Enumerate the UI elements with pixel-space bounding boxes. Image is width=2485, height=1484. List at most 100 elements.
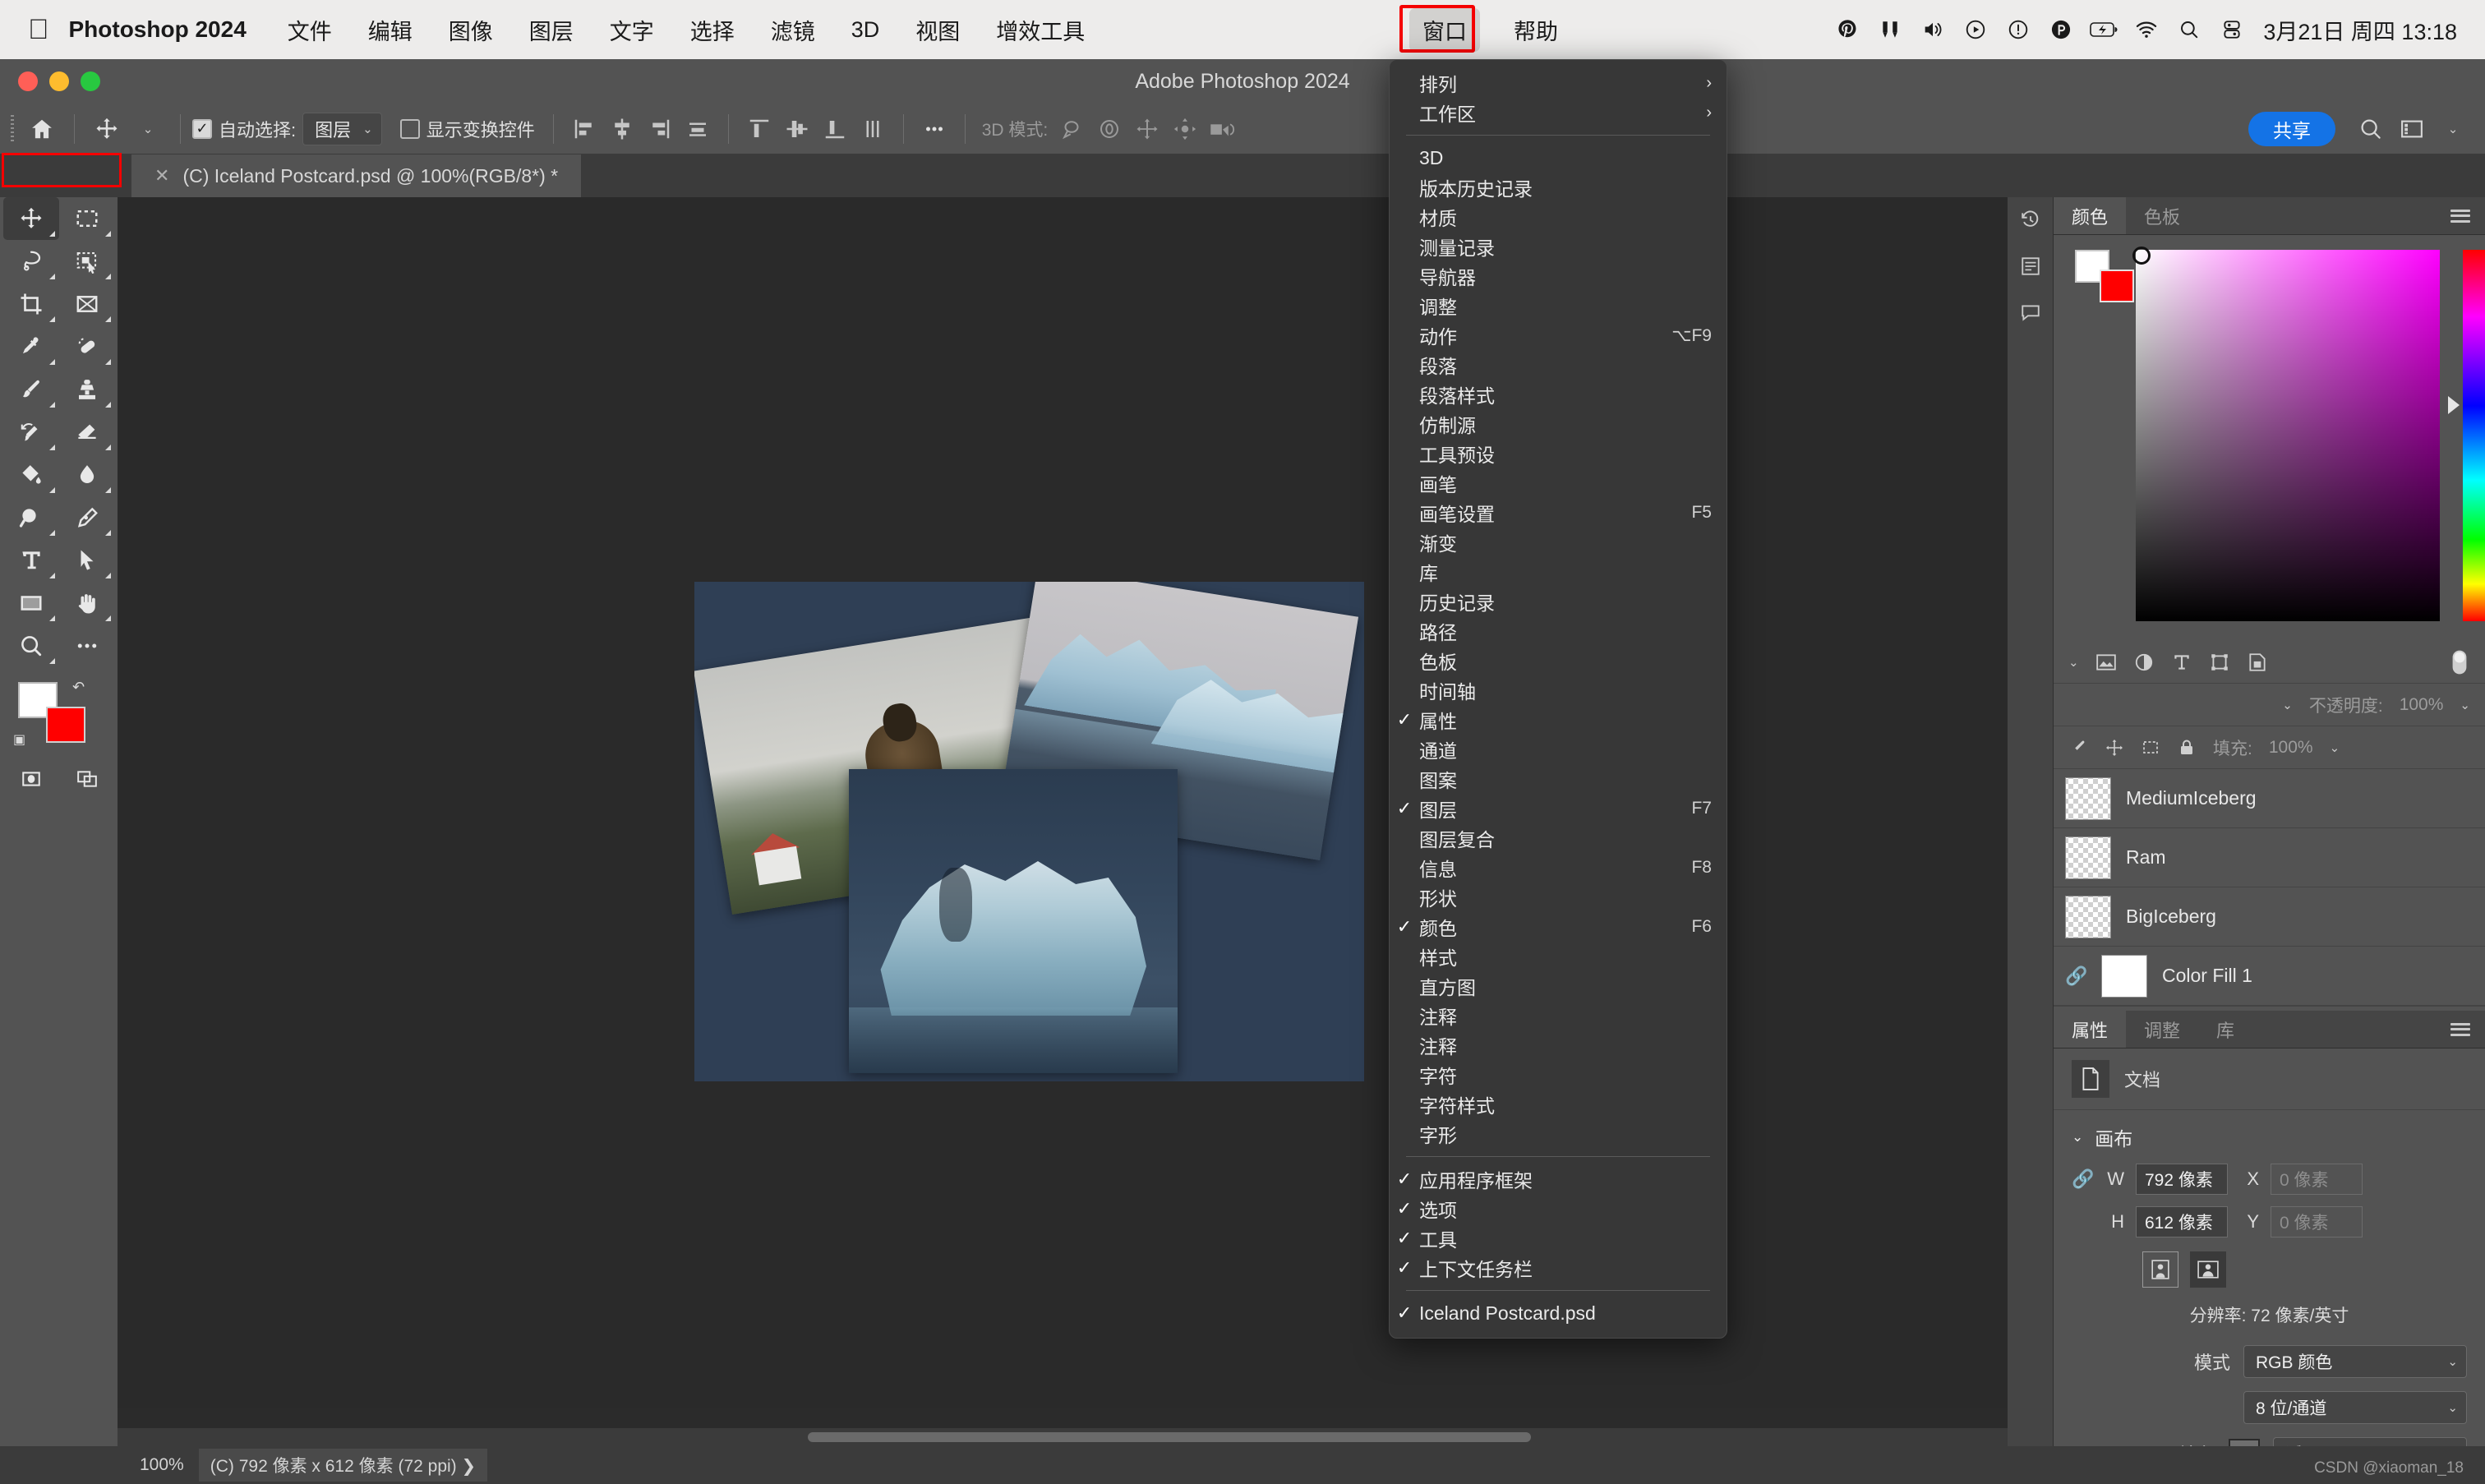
align-center-h-icon[interactable] [603,110,641,148]
swap-colors-icon[interactable]: ↶ [72,679,85,696]
chevron-down-icon[interactable]: ⌄ [2460,698,2470,712]
menu-item[interactable]: 色板 [1390,646,1727,675]
menu-view[interactable]: 视图 [897,14,978,46]
layer-thumbnail[interactable] [2065,777,2111,820]
color-picker-marker[interactable] [2132,247,2151,265]
chevron-down-icon[interactable]: ⌄ [2330,740,2340,755]
menu-item[interactable]: 形状 [1390,883,1727,912]
hue-slider-handle[interactable] [2448,396,2460,414]
bit-depth-select[interactable]: 8 位/通道 ⌄ [2243,1391,2467,1424]
battery-charging-icon[interactable] [2082,0,2125,59]
comments-panel-icon[interactable] [2008,289,2054,335]
menu-item[interactable]: 信息 F8 [1390,853,1727,883]
menu-edit[interactable]: 编辑 [350,14,431,46]
menu-item[interactable]: 动作 ⌥F9 [1390,320,1727,350]
document-info-arrow-icon[interactable]: ❯ [462,1457,477,1476]
orbit-icon[interactable] [1053,110,1090,148]
color-background-swatch[interactable] [2100,270,2134,302]
menu-item[interactable]: 时间轴 [1390,675,1727,705]
tally-icon[interactable] [1869,0,1911,59]
layer-image-medium-iceberg[interactable] [849,769,1178,1073]
close-icon[interactable]: ✕ [154,165,169,187]
menu-item[interactable]: ✓ 图层 F7 [1390,794,1727,823]
horizontal-scrollbar[interactable] [118,1428,2008,1446]
align-left-icon[interactable] [565,110,603,148]
menu-item[interactable]: 注释 [1390,1001,1727,1030]
object-selection-tool-icon[interactable] [59,240,115,283]
y-input[interactable]: 0 像素 [2271,1206,2363,1237]
move-tool-icon[interactable] [3,197,59,240]
move-tool-icon[interactable] [86,110,127,148]
document-info[interactable]: (C) 792 像素 x 612 像素 (72 ppi) ❯ [198,1449,488,1482]
search-icon[interactable] [2168,0,2211,59]
menu-item[interactable]: 3D [1390,143,1727,173]
pan-icon[interactable] [1128,110,1166,148]
menu-item[interactable]: 路径 [1390,616,1727,646]
layer-thumbnail[interactable] [2101,954,2147,998]
options-bar-grip[interactable] [7,114,21,143]
menu-item[interactable]: ✓ 颜色 F6 [1390,912,1727,942]
auto-select-checkbox[interactable]: ✓ [192,118,212,139]
width-input[interactable]: 792 像素 [2136,1164,2228,1195]
menu-item[interactable]: 画笔 [1390,468,1727,498]
menu-item-arrange[interactable]: 排列 › [1390,68,1727,98]
layers-filter-toggle[interactable] [2449,648,2470,677]
canvas-section-header[interactable]: ⌄ 画布 [2054,1110,2485,1158]
menu-item[interactable]: 通道 [1390,735,1727,764]
align-right-icon[interactable] [641,110,679,148]
menu-item[interactable]: 段落样式 [1390,380,1727,409]
menu-item[interactable]: 图层复合 [1390,823,1727,853]
clone-stamp-tool-icon[interactable] [59,368,115,411]
menu-item[interactable]: ✓ 工具 [1390,1224,1727,1253]
menu-type[interactable]: 文字 [592,14,672,46]
document-tab[interactable]: ✕ (C) Iceland Postcard.psd @ 100%(RGB/8*… [131,154,582,197]
x-input[interactable]: 0 像素 [2271,1164,2363,1195]
rectangle-tool-icon[interactable] [3,582,59,624]
volume-icon[interactable] [1911,0,1954,59]
fill-value[interactable]: 100% [2269,738,2313,758]
menu-item[interactable]: 直方图 [1390,971,1727,1001]
menu-item[interactable]: 历史记录 [1390,587,1727,616]
dodge-tool-icon[interactable] [3,496,59,539]
lock-brush-icon[interactable] [2068,738,2088,758]
menu-item[interactable]: 样式 [1390,942,1727,971]
adjustment-filter-icon[interactable] [2133,652,2155,673]
menu-bar-clock[interactable]: 3月21日 周四 13:18 [2253,14,2475,46]
color-mode-select[interactable]: RGB 颜色 ⌄ [2243,1345,2467,1378]
rectangular-marquee-tool-icon[interactable] [59,197,115,240]
menu-item[interactable]: 工具预设 [1390,439,1727,468]
home-icon[interactable] [21,110,62,148]
history-brush-tool-icon[interactable] [3,411,59,454]
healing-brush-tool-icon[interactable] [59,325,115,368]
menu-filter[interactable]: 滤镜 [753,14,833,46]
eraser-tool-icon[interactable] [59,411,115,454]
chevron-down-icon[interactable]: ⌄ [2282,698,2293,712]
menu-item[interactable]: 画笔设置 F5 [1390,498,1727,528]
menu-item[interactable]: 仿制源 [1390,409,1727,439]
link-chain-icon[interactable]: 🔗 [2065,966,2087,987]
portrait-orientation-icon[interactable] [2142,1251,2178,1288]
zoom-level[interactable]: 100% [0,1455,199,1475]
eyedropper-tool-icon[interactable] [3,325,59,368]
path-selection-tool-icon[interactable] [59,539,115,582]
tab-swatches[interactable]: 色板 [2126,197,2198,234]
menu-item[interactable]: 调整 [1390,291,1727,320]
share-button[interactable]: 共享 [2248,111,2335,146]
hue-slider[interactable] [2463,250,2485,621]
control-center-icon[interactable] [2211,0,2253,59]
blur-tool-icon[interactable] [59,454,115,496]
menu-item[interactable]: 导航器 [1390,261,1727,291]
table-row[interactable]: BigIceberg [2054,887,2485,947]
workspace-icon[interactable] [2391,110,2432,148]
crop-tool-icon[interactable] [3,283,59,325]
scrollbar-thumb[interactable] [808,1432,1531,1442]
table-row[interactable]: Ram [2054,828,2485,887]
slide-icon[interactable] [1166,110,1204,148]
frame-tool-icon[interactable] [59,283,115,325]
edit-toolbar-icon[interactable] [59,624,115,667]
distribute-h-icon[interactable] [679,110,717,148]
gradient-tool-icon[interactable] [3,454,59,496]
menu-file[interactable]: 文件 [270,14,350,46]
zoom-tool-icon[interactable] [3,624,59,667]
menu-item[interactable]: 字形 [1390,1119,1727,1149]
